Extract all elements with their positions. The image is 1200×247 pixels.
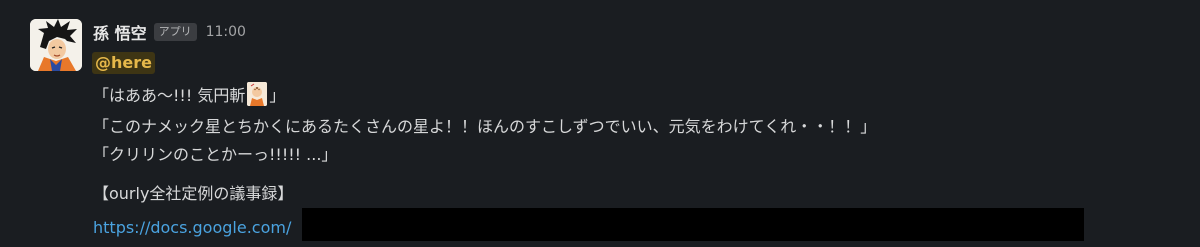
goku-avatar-icon[interactable] [30,19,82,71]
app-badge: アプリ [153,23,197,41]
message-line: 「はああ〜!!! 気円斬 」 [93,82,285,107]
message-line: 「このナメック星とちかくにあるたくさんの星よ！！ほんのすこしずつでいい、元気をわ… [93,117,877,136]
redacted-block [302,208,1084,241]
meeting-notes-heading: 【ourly全社定例の議事録】 [93,184,294,203]
here-mention[interactable]: @here [92,52,155,74]
link-row: https://docs.google.com/ [93,212,291,242]
krillin-emoji-icon [247,82,268,106]
message-line: 「クリリンのことかーっ!!!!! ...」 [93,145,338,164]
message-text: 「はああ〜!!! 気円斬 [93,86,246,105]
message-text: 」 [269,86,286,105]
sender-name[interactable]: 孫 悟空 [93,20,147,44]
google-docs-link[interactable]: https://docs.google.com/ [93,218,291,237]
message-header: 孫 悟空 アプリ 11:00 [93,20,246,44]
chat-message: 孫 悟空 アプリ 11:00 @here 「はああ〜!!! 気円斬 」 「このナメ… [0,0,1200,247]
message-timestamp[interactable]: 11:00 [206,24,246,40]
